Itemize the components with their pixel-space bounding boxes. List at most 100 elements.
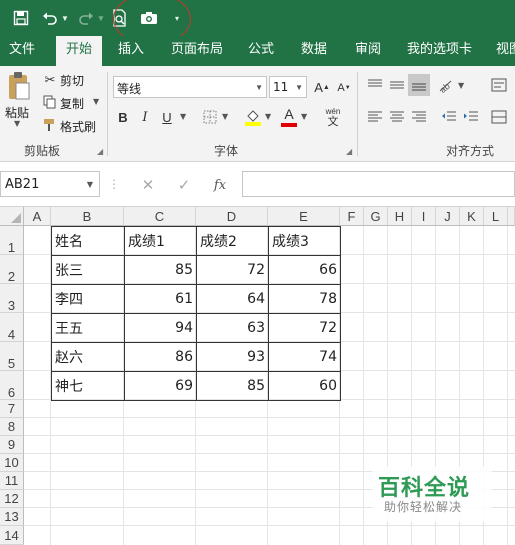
table-cell[interactable]: 69 [124, 371, 197, 401]
wrap-text-icon[interactable] [490, 76, 508, 94]
italic-button[interactable]: I [138, 108, 152, 126]
select-all-corner[interactable] [0, 207, 24, 226]
cut-icon[interactable]: ✂ [42, 72, 58, 88]
table-cell[interactable]: 93 [196, 342, 269, 372]
tab-my-tab[interactable]: 我的选项卡 [407, 36, 472, 66]
row-header-8[interactable]: 8 [0, 418, 24, 436]
table-cell[interactable]: 姓名 [51, 226, 125, 256]
tab-insert[interactable]: 插入 [118, 36, 144, 66]
fill-color-dropdown-icon[interactable]: ▼ [265, 112, 271, 121]
decrease-font-icon[interactable]: A ▼ [336, 80, 352, 96]
table-cell[interactable]: 王五 [51, 313, 125, 343]
table-cell[interactable]: 61 [124, 284, 197, 314]
tab-data[interactable]: 数据 [301, 36, 327, 66]
row-header-5[interactable]: 5 [0, 342, 24, 371]
insert-function-icon[interactable]: fx [210, 175, 230, 195]
font-name-select[interactable]: 等线 ▼ [113, 76, 267, 98]
phonetic-guide-icon[interactable]: wén 文 [322, 106, 344, 128]
undo-dropdown-icon[interactable]: ▼ [60, 6, 70, 30]
table-cell[interactable]: 66 [268, 255, 341, 285]
col-header-m[interactable] [508, 207, 515, 226]
enter-icon[interactable]: ✓ [174, 175, 194, 195]
font-color-icon[interactable]: A [280, 106, 298, 128]
row-header-2[interactable]: 2 [0, 255, 24, 284]
table-cell[interactable]: 72 [196, 255, 269, 285]
row-header-13[interactable]: 13 [0, 508, 24, 526]
col-header-a[interactable]: A [24, 207, 51, 226]
paste-dropdown-icon[interactable]: ▼ [14, 119, 20, 128]
paste-icon[interactable] [6, 70, 32, 102]
table-cell[interactable]: 85 [196, 371, 269, 401]
table-cell[interactable]: 成绩3 [268, 226, 341, 256]
table-cell[interactable]: 60 [268, 371, 341, 401]
name-box[interactable]: AB21 ▼ [0, 171, 100, 197]
table-cell[interactable]: 成绩2 [196, 226, 269, 256]
copy-dropdown-icon[interactable]: ▼ [93, 97, 99, 106]
table-cell[interactable]: 94 [124, 313, 197, 343]
table-cell[interactable]: 86 [124, 342, 197, 372]
table-cell[interactable]: 85 [124, 255, 197, 285]
row-header-4[interactable]: 4 [0, 313, 24, 342]
table-cell[interactable]: 78 [268, 284, 341, 314]
font-launcher-icon[interactable]: ◢ [346, 147, 352, 156]
tab-view[interactable]: 视图 [496, 36, 515, 66]
clipboard-launcher-icon[interactable]: ◢ [97, 147, 103, 156]
redo-dropdown-icon[interactable]: ▼ [96, 6, 106, 30]
col-header-d[interactable]: D [196, 207, 268, 226]
cut-label[interactable]: 剪切 [60, 72, 84, 89]
table-cell[interactable]: 赵六 [51, 342, 125, 372]
row-header-14[interactable]: 14 [0, 526, 24, 545]
col-header-c[interactable]: C [124, 207, 196, 226]
formula-input[interactable] [242, 171, 515, 197]
align-center-icon[interactable] [388, 108, 406, 126]
borders-dropdown-icon[interactable]: ▼ [222, 112, 228, 121]
tab-home[interactable]: 开始 [56, 36, 103, 66]
col-header-g[interactable]: G [364, 207, 388, 226]
table-cell[interactable]: 李四 [51, 284, 125, 314]
align-left-icon[interactable] [366, 108, 384, 126]
col-header-f[interactable]: F [340, 207, 364, 226]
col-header-k[interactable]: K [460, 207, 484, 226]
increase-font-icon[interactable]: A ▲ [313, 78, 331, 96]
tab-review[interactable]: 审阅 [355, 36, 381, 66]
format-painter-label[interactable]: 格式刷 [60, 118, 96, 135]
orientation-dropdown-icon[interactable]: ▼ [458, 81, 464, 90]
table-cell[interactable]: 神七 [51, 371, 125, 401]
name-box-dropdown-icon[interactable]: ▼ [87, 180, 93, 189]
tab-formulas[interactable]: 公式 [248, 36, 274, 66]
fill-color-icon[interactable] [243, 107, 263, 127]
borders-icon[interactable] [202, 109, 218, 125]
underline-dropdown-icon[interactable]: ▼ [180, 112, 186, 121]
bottom-align-icon[interactable] [408, 74, 430, 96]
table-cell[interactable]: 74 [268, 342, 341, 372]
font-color-dropdown-icon[interactable]: ▼ [301, 112, 307, 121]
row-header-9[interactable]: 9 [0, 436, 24, 454]
table-cell[interactable]: 64 [196, 284, 269, 314]
col-header-e[interactable]: E [268, 207, 340, 226]
row-header-7[interactable]: 7 [0, 400, 24, 418]
top-align-icon[interactable] [366, 76, 384, 94]
decrease-indent-icon[interactable] [440, 108, 458, 126]
align-right-icon[interactable] [410, 108, 428, 126]
middle-align-icon[interactable] [388, 76, 406, 94]
cancel-icon[interactable]: ✕ [138, 175, 158, 195]
copy-label[interactable]: 复制 [60, 95, 84, 112]
copy-icon[interactable] [42, 94, 58, 110]
table-cell[interactable]: 63 [196, 313, 269, 343]
row-header-12[interactable]: 12 [0, 490, 24, 508]
format-painter-icon[interactable] [42, 117, 58, 133]
table-cell[interactable]: 成绩1 [124, 226, 197, 256]
row-header-6[interactable]: 6 [0, 371, 24, 400]
undo-icon[interactable] [40, 6, 60, 30]
col-header-b[interactable]: B [51, 207, 124, 226]
col-header-l[interactable]: L [484, 207, 508, 226]
font-size-select[interactable]: 11 ▼ [269, 76, 307, 98]
table-cell[interactable]: 张三 [51, 255, 125, 285]
col-header-h[interactable]: H [388, 207, 412, 226]
orientation-icon[interactable]: ab [436, 76, 454, 94]
increase-indent-icon[interactable] [462, 108, 480, 126]
redo-icon[interactable] [76, 6, 96, 30]
table-cell[interactable]: 72 [268, 313, 341, 343]
row-header-1[interactable]: 1 [0, 226, 24, 255]
save-icon[interactable] [10, 6, 32, 30]
